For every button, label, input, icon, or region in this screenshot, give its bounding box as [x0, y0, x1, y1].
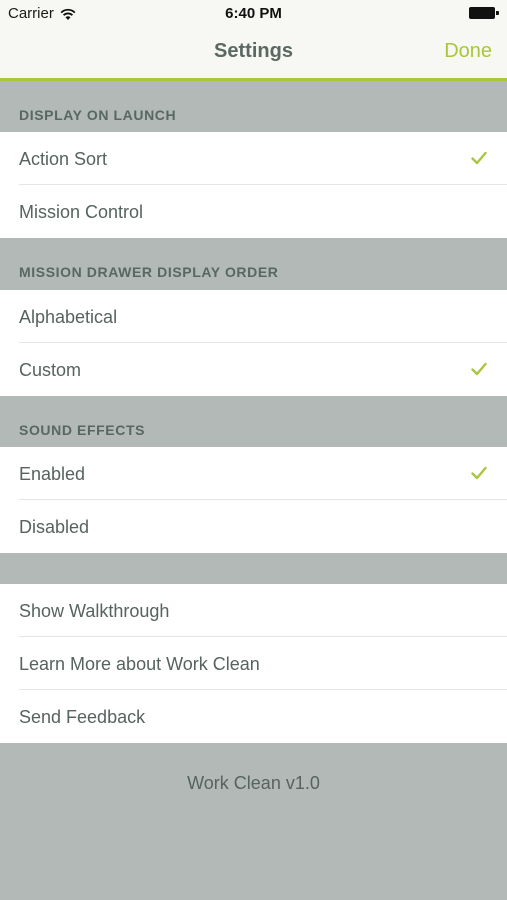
section-header-label: SOUND EFFECTS [19, 422, 146, 438]
section-spacer [0, 553, 507, 584]
section-header-sound-effects: SOUND EFFECTS [0, 396, 507, 447]
option-disabled[interactable]: Disabled [0, 500, 507, 553]
learn-more-button[interactable]: Learn More about Work Clean [0, 637, 507, 690]
option-label: Alphabetical [19, 307, 118, 327]
checkmark-icon [471, 151, 487, 165]
show-walkthrough-button[interactable]: Show Walkthrough [0, 584, 507, 637]
done-button[interactable]: Done [444, 40, 492, 63]
app-version-label: Work Clean v1.0 [187, 773, 320, 793]
option-label: Enabled [19, 464, 86, 484]
option-enabled[interactable]: Enabled [0, 447, 507, 500]
option-label: Learn More about Work Clean [19, 654, 260, 674]
section-header-label: MISSION DRAWER DISPLAY ORDER [19, 264, 279, 280]
option-mission-control[interactable]: Mission Control [0, 185, 507, 238]
section-header-display-on-launch: DISPLAY ON LAUNCH [0, 81, 507, 132]
status-time: 6:40 PM [225, 5, 282, 22]
option-label: Send Feedback [19, 707, 146, 727]
settings-screen: Carrier 6:40 PM Settings Done DISPLAY ON… [0, 0, 507, 900]
checkmark-icon [471, 466, 487, 480]
option-action-sort[interactable]: Action Sort [0, 132, 507, 185]
option-label: Show Walkthrough [19, 601, 170, 621]
option-label: Disabled [19, 517, 90, 537]
page-title: Settings [214, 40, 293, 62]
send-feedback-button[interactable]: Send Feedback [0, 690, 507, 743]
battery-icon [469, 7, 499, 19]
option-alphabetical[interactable]: Alphabetical [0, 290, 507, 343]
top-bar: Carrier 6:40 PM Settings Done [0, 0, 507, 80]
checkmark-icon [471, 362, 487, 376]
section-header-drawer-order: MISSION DRAWER DISPLAY ORDER [0, 238, 507, 290]
option-label: Action Sort [19, 149, 108, 169]
option-label: Custom [19, 360, 82, 380]
section-header-label: DISPLAY ON LAUNCH [19, 107, 177, 123]
option-label: Mission Control [19, 202, 144, 222]
option-custom[interactable]: Custom [0, 343, 507, 396]
